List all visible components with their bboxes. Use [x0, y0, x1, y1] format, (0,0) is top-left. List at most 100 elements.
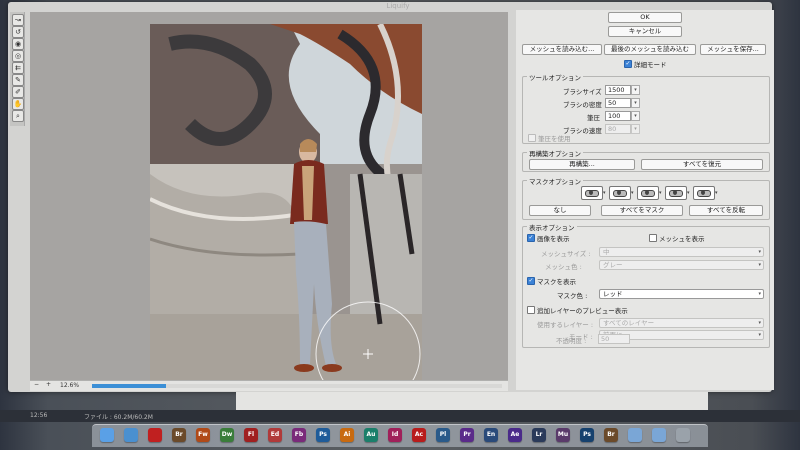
- acrobat-icon[interactable]: [148, 428, 162, 442]
- chevron-down-icon: ▾: [631, 190, 634, 196]
- stylus-pressure-label: 筆圧を使用: [538, 135, 571, 143]
- mesh-color-select[interactable]: グレー ▾: [599, 260, 764, 270]
- tool-options-title: ツールオプション: [527, 72, 583, 82]
- load-mesh-button[interactable]: メッシュを読み込む...: [522, 44, 602, 55]
- save-mesh-button[interactable]: メッシュを保存...: [700, 44, 766, 55]
- pucker-tool-icon[interactable]: ◉: [12, 38, 24, 50]
- finder-icon[interactable]: [100, 428, 114, 442]
- brush-size-field[interactable]: 1500: [605, 85, 631, 95]
- mask-invert-icon[interactable]: [693, 186, 715, 200]
- edge-icon[interactable]: Ed: [268, 428, 282, 442]
- show-backdrop-checkbox[interactable]: [527, 306, 535, 314]
- mask-replace-icon[interactable]: [581, 186, 603, 200]
- brush-density-stepper[interactable]: ▾: [631, 98, 640, 108]
- premiere-icon[interactable]: Pr: [460, 428, 474, 442]
- mask-intersect-icon[interactable]: [665, 186, 687, 200]
- document-size-info: ファイル : 60.2M/60.2M: [84, 414, 153, 421]
- show-image-checkbox[interactable]: ✓: [527, 234, 535, 242]
- prelude-icon[interactable]: Pl: [436, 428, 450, 442]
- reconstruct-tool-icon[interactable]: ↺: [12, 26, 24, 38]
- flash-builder-icon[interactable]: Fb: [292, 428, 306, 442]
- thaw-mask-tool-icon[interactable]: ✐: [12, 86, 24, 98]
- indesign-icon[interactable]: Id: [388, 428, 402, 442]
- load-last-mesh-button[interactable]: 最後のメッシュを読み込む: [604, 44, 696, 55]
- downloads-icon[interactable]: [652, 428, 666, 442]
- stylus-pressure-checkbox[interactable]: [528, 134, 536, 142]
- chevron-down-icon: ▾: [758, 320, 761, 326]
- chevron-down-icon: ▾: [715, 190, 718, 196]
- zoom-level[interactable]: 12.6%: [60, 382, 79, 389]
- opacity-field[interactable]: 50: [598, 334, 630, 344]
- canvas-status-bar: − + 12.6%: [30, 380, 508, 391]
- restore-all-button[interactable]: すべてを復元: [641, 159, 763, 170]
- dreamweaver-icon[interactable]: Dw: [220, 428, 234, 442]
- acrobat-pro-icon[interactable]: Ac: [412, 428, 426, 442]
- bridge-cs-icon[interactable]: Br: [604, 428, 618, 442]
- ae-icon[interactable]: Ae: [508, 428, 522, 442]
- bridge-icon[interactable]: Br: [172, 428, 186, 442]
- chevron-down-icon: ▾: [603, 190, 606, 196]
- mesh-color-value: グレー: [603, 261, 623, 269]
- bloat-tool-icon[interactable]: ◎: [12, 50, 24, 62]
- mesh-size-select[interactable]: 中 ▾: [599, 247, 764, 257]
- ok-button[interactable]: OK: [608, 12, 682, 23]
- muse-icon[interactable]: Mu: [556, 428, 570, 442]
- brush-pressure-label: 筆圧: [587, 114, 600, 122]
- mask-color-select[interactable]: レッド ▾: [599, 289, 764, 299]
- brush-rate-stepper[interactable]: ▾: [631, 124, 640, 134]
- liquify-dialog: Liquify ↝ ↺ ◉ ◎ ⇇ ✎ ✐ ✋ ⌕ − + 12.6% OK キ…: [8, 2, 774, 392]
- chevron-down-icon: ▾: [758, 291, 761, 297]
- reconstruct-button[interactable]: 再構築...: [529, 159, 635, 170]
- render-progress-bar: [92, 384, 502, 388]
- encore-icon[interactable]: En: [484, 428, 498, 442]
- forward-warp-tool-icon[interactable]: ↝: [12, 14, 24, 26]
- safari-icon[interactable]: [124, 428, 138, 442]
- show-mesh-checkbox[interactable]: [649, 234, 657, 242]
- brush-pressure-field[interactable]: 100: [605, 111, 631, 121]
- folder-icon[interactable]: [628, 428, 642, 442]
- photoshop-icon[interactable]: Ps: [316, 428, 330, 442]
- use-layer-select[interactable]: すべてのレイヤー ▾: [599, 318, 764, 328]
- illustrator-icon[interactable]: Ai: [340, 428, 354, 442]
- chevron-down-icon: ▾: [659, 190, 662, 196]
- view-options-group: 表示オプション ✓ 画像を表示 メッシュを表示 メッシュサイズ : 中 ▾ メッシ…: [522, 222, 770, 348]
- chevron-down-icon: ▾: [758, 249, 761, 255]
- reconstruct-options-title: 再構築オプション: [527, 148, 583, 158]
- mask-subtract-icon[interactable]: [637, 186, 659, 200]
- photoshop-cs-icon[interactable]: Ps: [580, 428, 594, 442]
- push-left-tool-icon[interactable]: ⇇: [12, 62, 24, 74]
- lightroom-icon[interactable]: Lr: [532, 428, 546, 442]
- advanced-mode-checkbox[interactable]: ✓: [624, 60, 632, 68]
- brush-density-field[interactable]: 50: [605, 98, 631, 108]
- mask-mode-icons: ▾ ▾ ▾ ▾ ▾: [581, 186, 731, 200]
- hand-tool-icon[interactable]: ✋: [12, 98, 24, 110]
- mask-add-icon[interactable]: [609, 186, 631, 200]
- flash-icon[interactable]: Fl: [244, 428, 258, 442]
- preview-canvas[interactable]: [30, 12, 508, 388]
- invert-all-button[interactable]: すべてを反転: [689, 205, 763, 216]
- cancel-button[interactable]: キャンセル: [608, 26, 682, 37]
- brush-pressure-stepper[interactable]: ▾: [631, 111, 640, 121]
- audition-icon[interactable]: Au: [364, 428, 378, 442]
- preview-image[interactable]: [150, 24, 422, 388]
- mesh-size-label: メッシュサイズ :: [541, 250, 591, 258]
- mesh-color-label: メッシュ色 :: [545, 263, 582, 271]
- show-mask-checkbox[interactable]: ✓: [527, 277, 535, 285]
- mask-options-title: マスクオプション: [527, 176, 583, 186]
- zoom-tool-icon[interactable]: ⌕: [12, 110, 24, 122]
- opacity-label: 不透明度 :: [556, 337, 587, 345]
- view-options-title: 表示オプション: [527, 222, 577, 232]
- mask-all-button[interactable]: すべてをマスク: [601, 205, 683, 216]
- advanced-mode-label: 詳細モード: [634, 61, 667, 69]
- mask-none-button[interactable]: なし: [529, 205, 591, 216]
- brush-size-stepper[interactable]: ▾: [631, 85, 640, 95]
- fireworks-icon[interactable]: Fw: [196, 428, 210, 442]
- trash-icon[interactable]: [676, 428, 690, 442]
- window-title: Liquify: [386, 2, 410, 10]
- zoom-out-button[interactable]: −: [34, 381, 39, 388]
- chevron-down-icon: ▾: [758, 332, 761, 338]
- brush-rate-field[interactable]: 80: [605, 124, 631, 134]
- show-backdrop-label: 追加レイヤーのプレビュー表示: [537, 307, 628, 315]
- zoom-in-button[interactable]: +: [46, 381, 51, 388]
- freeze-mask-tool-icon[interactable]: ✎: [12, 74, 24, 86]
